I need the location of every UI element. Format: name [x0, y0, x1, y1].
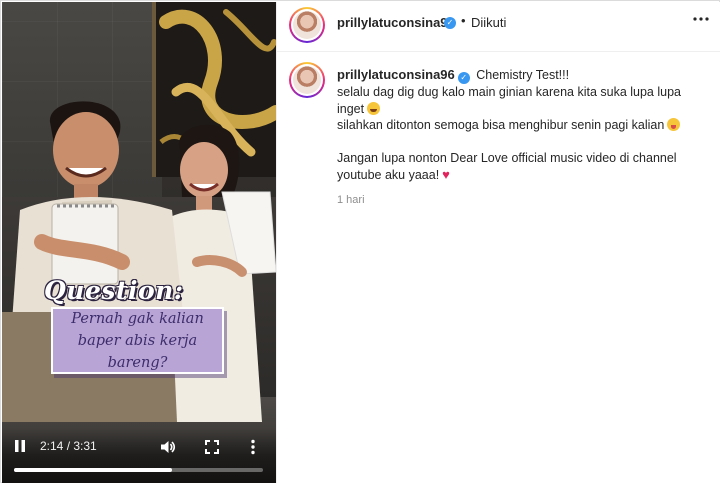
more-horizontal-icon[interactable] — [693, 16, 709, 22]
header-avatar[interactable] — [289, 7, 325, 43]
video-progress-fill — [14, 468, 173, 472]
verified-badge-icon: ✓ — [444, 17, 456, 29]
caption-line-3: silahkan ditonton semoga bisa menghibur … — [337, 118, 665, 132]
video-controls: 2:14 / 3:31 — [2, 428, 276, 483]
question-caption-box: Pernah gak kalian baper abis kerja baren… — [51, 307, 224, 374]
heart-emoji-icon: ♥ — [442, 166, 450, 182]
volume-icon[interactable] — [160, 439, 176, 455]
post-details-panel: prillylatuconsina96 ✓ • Diikuti prillyla… — [276, 2, 720, 483]
laughing-emoji-icon — [367, 101, 381, 115]
header-username[interactable]: prillylatuconsina96 — [337, 15, 455, 30]
more-vertical-icon[interactable] — [250, 439, 256, 455]
video-frame — [2, 2, 276, 483]
question-caption-text: Pernah gak kalian baper abis kerja baren… — [71, 310, 204, 371]
video-progress-bar[interactable] — [14, 468, 263, 472]
separator-dot: • — [461, 13, 466, 28]
caption-line-1: Chemistry Test!!! — [476, 68, 570, 82]
caption-avatar[interactable] — [289, 62, 325, 98]
video-player[interactable]: Question: Pernah gak kalian baper abis k… — [2, 2, 276, 483]
follow-status-button[interactable]: Diikuti — [471, 15, 506, 30]
question-title: Question: — [44, 276, 184, 305]
video-time: 2:14 / 3:31 — [40, 439, 97, 453]
caption-body: prillylatuconsina96 ✓ Chemistry Test!!! s… — [337, 67, 687, 183]
verified-badge-icon: ✓ — [457, 72, 470, 84]
pause-icon[interactable] — [14, 439, 26, 453]
fullscreen-icon[interactable] — [205, 440, 219, 454]
caption-line-4: Jangan lupa nonton Dear Love official mu… — [337, 151, 677, 182]
post-timestamp[interactable]: 1 hari — [337, 194, 365, 206]
post-dialog: Question: Pernah gak kalian baper abis k… — [0, 0, 720, 483]
caption-line-2: selalu dag dig dug kalo main ginian kare… — [337, 85, 681, 116]
tongue-emoji-icon — [667, 118, 681, 131]
post-header: prillylatuconsina96 ✓ • Diikuti — [277, 2, 720, 52]
caption-username[interactable]: prillylatuconsina96 — [337, 67, 455, 82]
